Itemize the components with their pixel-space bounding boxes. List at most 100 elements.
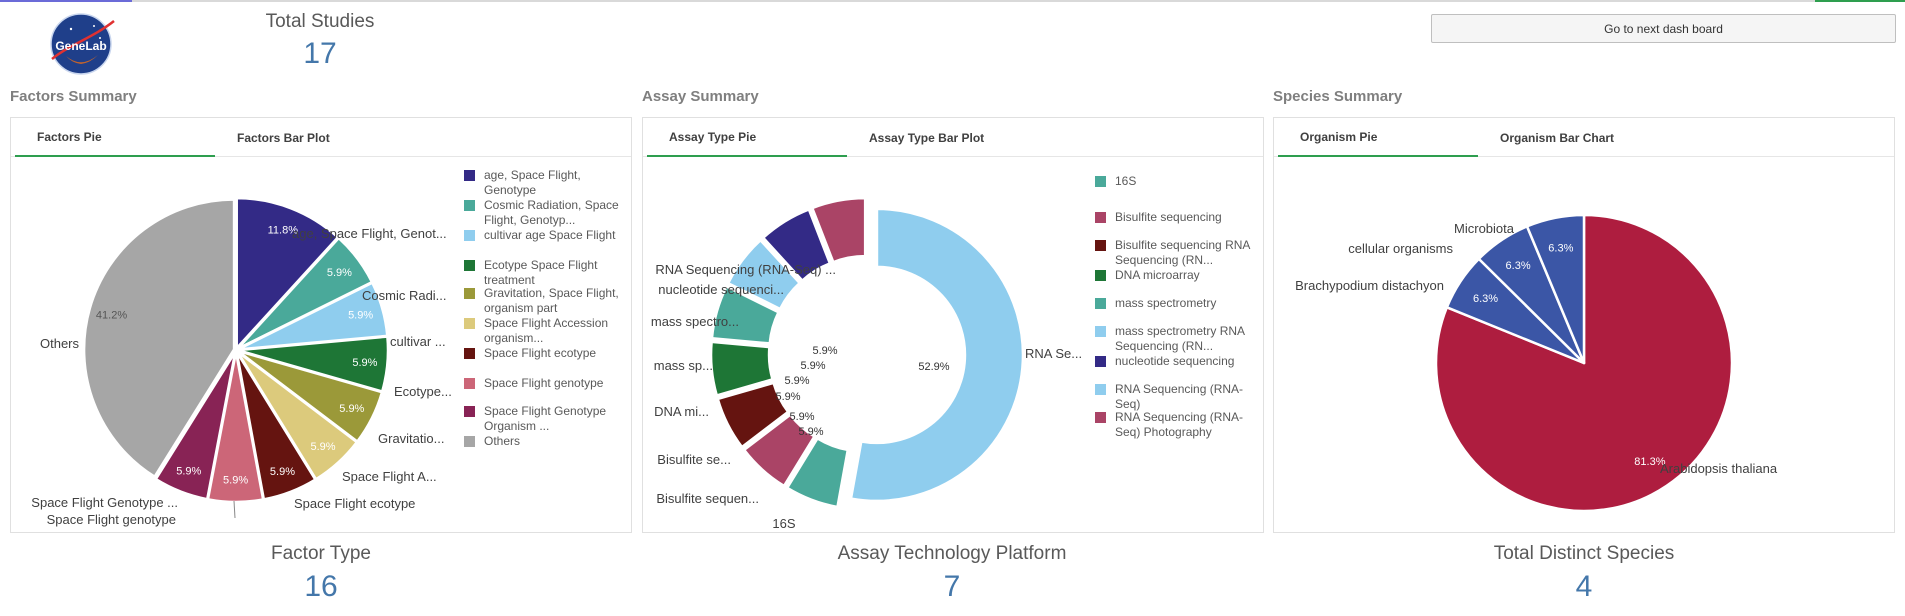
- factors-legend-item[interactable]: Space Flight genotype: [464, 376, 634, 391]
- assay-legend-item[interactable]: Bisulfite sequencing RNA Sequencing (RN.…: [1095, 238, 1265, 268]
- legend-label: nucleotide sequencing: [1115, 354, 1235, 368]
- legend-label: Space Flight Genotype Organism ...: [484, 404, 607, 433]
- factors-pie-percent-label: 5.9%: [352, 357, 377, 369]
- factors-pie-category-label: Space Flight Genotype ...: [31, 495, 178, 510]
- legend-label: Space Flight Accession organism...: [484, 316, 609, 345]
- factors-pie-percent-label: 5.9%: [339, 403, 364, 415]
- factors-pie-category-label: Gravitatio...: [378, 431, 444, 446]
- legend-swatch: [1095, 412, 1106, 423]
- legend-swatch: [1095, 384, 1106, 395]
- factors-legend-item[interactable]: Space Flight Genotype Organism ...: [464, 404, 634, 434]
- assay-donut-percent-label: 5.9%: [784, 375, 809, 387]
- top-border-left-accent: [0, 0, 132, 2]
- factors-pie-percent-label: 5.9%: [270, 466, 295, 478]
- assay-legend-item[interactable]: Bisulfite sequencing: [1095, 210, 1265, 225]
- organism-pie-category-label: Microbiota: [1454, 221, 1515, 236]
- factors-legend-item[interactable]: Others: [464, 434, 634, 449]
- assay-donut-percent-label: 5.9%: [800, 360, 825, 372]
- assay-legend-item[interactable]: RNA Sequencing (RNA-Seq) Photography: [1095, 410, 1265, 440]
- legend-swatch: [464, 436, 475, 447]
- legend-label: RNA Sequencing (RNA-Seq) Photography: [1115, 410, 1244, 439]
- assay-panel: Assay Type Pie Assay Type Bar Plot 52.9%…: [642, 117, 1264, 533]
- tab-organism-pie[interactable]: Organism Pie: [1278, 118, 1478, 157]
- legend-label: cultivar age Space Flight: [484, 228, 616, 242]
- legend-label: Gravitation, Space Flight, organism part: [484, 286, 619, 315]
- assay-tabs: Assay Type Pie Assay Type Bar Plot: [643, 118, 1263, 157]
- tab-organism-bar-chart[interactable]: Organism Bar Chart: [1478, 118, 1678, 157]
- factors-legend-item[interactable]: age, Space Flight, Genotype: [464, 168, 634, 198]
- factors-pie-percent-label: 41.2%: [96, 309, 127, 321]
- legend-label: Bisulfite sequencing RNA Sequencing (RN.…: [1115, 238, 1250, 267]
- factors-legend: age, Space Flight, Genotype Cosmic Radiat…: [464, 168, 629, 528]
- factors-pie-percent-label: 5.9%: [176, 466, 201, 478]
- assay-donut-category-label: 16S: [772, 516, 795, 531]
- legend-swatch: [1095, 176, 1106, 187]
- organism-pie-percent-label: 6.3%: [1473, 293, 1498, 305]
- legend-label: mass spectrometry RNA Sequencing (RN...: [1115, 324, 1245, 353]
- species-tabs: Organism Pie Organism Bar Chart: [1274, 118, 1894, 157]
- logo-text: GeneLab: [55, 39, 106, 53]
- species-count-value: 4: [1575, 570, 1593, 603]
- factor-type-title: Factor Type: [271, 543, 371, 564]
- assay-donut-slice[interactable]: [849, 207, 1025, 503]
- legend-swatch: [1095, 298, 1106, 309]
- assay-donut-category-label: Bisulfite sequen...: [656, 491, 759, 506]
- factors-pie-percent-label: 5.9%: [327, 267, 352, 279]
- factors-legend-item[interactable]: Gravitation, Space Flight, organism part: [464, 286, 634, 316]
- tab-factors-bar-plot[interactable]: Factors Bar Plot: [215, 118, 415, 157]
- genelab-logo: GeneLab: [44, 11, 118, 77]
- factors-panel: Factors Pie Factors Bar Plot 11.8% age, S…: [10, 117, 632, 533]
- legend-swatch: [464, 200, 475, 211]
- legend-swatch: [464, 288, 475, 299]
- factors-pie-category-label: Ecotype...: [394, 384, 452, 399]
- legend-label: Cosmic Radiation, Space Flight, Genotyp.…: [484, 198, 619, 227]
- assay-donut-percent-label: 5.9%: [789, 411, 814, 423]
- assay-legend-item[interactable]: nucleotide sequencing: [1095, 354, 1265, 369]
- assay-donut-percent-label: 5.9%: [798, 426, 823, 438]
- assay-legend-item[interactable]: RNA Sequencing (RNA-Seq): [1095, 382, 1265, 412]
- factors-legend-item[interactable]: Space Flight ecotype: [464, 346, 634, 361]
- legend-label: Bisulfite sequencing: [1115, 210, 1222, 224]
- species-panel: Organism Pie Organism Bar Chart 81.3% Ara…: [1273, 117, 1895, 533]
- legend-label: RNA Sequencing (RNA-Seq): [1115, 382, 1244, 411]
- tab-assay-type-pie[interactable]: Assay Type Pie: [647, 118, 847, 157]
- factors-pie-percent-label: 5.9%: [310, 441, 335, 453]
- legend-swatch: [464, 170, 475, 181]
- factors-pie-percent-label: 5.9%: [223, 474, 248, 486]
- legend-label: Others: [484, 434, 521, 448]
- total-studies-title: Total Studies: [265, 11, 375, 32]
- species-count-title: Total Distinct Species: [1493, 543, 1675, 564]
- legend-label: DNA microarray: [1115, 268, 1200, 282]
- factors-legend-item[interactable]: Cosmic Radiation, Space Flight, Genotyp.…: [464, 198, 634, 228]
- factors-legend-item[interactable]: cultivar age Space Flight: [464, 228, 634, 243]
- factors-pie-percent-label: 5.9%: [348, 310, 373, 322]
- assay-donut-percent-label: 5.9%: [775, 391, 800, 403]
- legend-label: 16S: [1115, 174, 1137, 188]
- assay-donut-category-label: Bisulfite se...: [657, 452, 731, 467]
- legend-swatch: [1095, 326, 1106, 337]
- assay-donut-category-label: RNA Sequencing (RNA-Seq) ...: [655, 262, 836, 277]
- organism-pie-category-label: Arabidopsis thaliana: [1660, 461, 1778, 476]
- legend-label: age, Space Flight, Genotype: [484, 168, 581, 197]
- organism-pie-chart: 81.3%Arabidopsis thaliana6.3%Brachypodiu…: [1295, 213, 1778, 513]
- top-border-right-accent: [1815, 0, 1905, 2]
- organism-pie-percent-label: 6.3%: [1506, 260, 1531, 272]
- tab-factors-pie[interactable]: Factors Pie: [15, 118, 215, 157]
- factors-pie-category-label: Space Flight genotype: [47, 512, 176, 527]
- legend-label: Ecotype Space Flight treatment: [484, 258, 598, 287]
- next-dashboard-button[interactable]: Go to next dash board: [1431, 14, 1896, 43]
- factors-pie-category-label: Space Flight A...: [342, 469, 437, 484]
- factors-pie-category-label: cultivar ...: [390, 334, 446, 349]
- factors-legend-item[interactable]: Space Flight Accession organism...: [464, 316, 634, 346]
- tab-assay-type-bar-plot[interactable]: Assay Type Bar Plot: [847, 118, 1047, 157]
- assay-legend-item[interactable]: mass spectrometry: [1095, 296, 1265, 311]
- legend-swatch: [1095, 240, 1106, 251]
- assay-legend-item[interactable]: mass spectrometry RNA Sequencing (RN...: [1095, 324, 1265, 354]
- factors-pie-category-label: Space Flight ecotype: [294, 496, 415, 511]
- legend-swatch: [1095, 270, 1106, 281]
- assay-legend-item[interactable]: DNA microarray: [1095, 268, 1265, 283]
- legend-swatch: [464, 378, 475, 389]
- assay-platform-title: Assay Technology Platform: [837, 543, 1067, 564]
- assay-legend-item[interactable]: 16S: [1095, 174, 1265, 189]
- factors-legend-item[interactable]: Ecotype Space Flight treatment: [464, 258, 634, 288]
